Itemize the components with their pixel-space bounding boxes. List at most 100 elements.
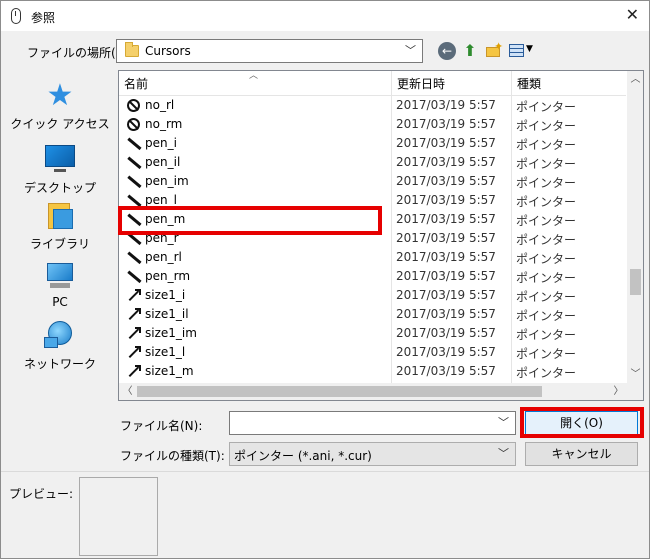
file-name: pen_il bbox=[145, 155, 181, 169]
scroll-up-icon[interactable]: ︿ bbox=[627, 71, 643, 88]
scroll-right-icon[interactable]: 〉 bbox=[610, 383, 627, 400]
pen-cursor-icon bbox=[127, 156, 140, 169]
place-desktop[interactable]: デスクトップ bbox=[6, 141, 114, 196]
file-type: ポインター bbox=[516, 157, 577, 171]
pen-cursor-icon bbox=[127, 137, 140, 150]
resize-cursor-icon bbox=[127, 365, 141, 378]
filetype-value: ポインター (*.ani, *.cur) bbox=[234, 449, 372, 463]
unavailable-cursor-icon bbox=[127, 99, 140, 112]
file-name: size1_i bbox=[145, 288, 186, 302]
file-type: ポインター bbox=[516, 100, 577, 114]
up-folder-icon[interactable]: ⬆ bbox=[461, 42, 479, 60]
file-name: pen_rl bbox=[145, 250, 182, 264]
pen-cursor-icon bbox=[127, 251, 140, 264]
network-icon bbox=[44, 321, 76, 351]
file-date: 2017/03/19 5:57 bbox=[396, 250, 496, 264]
file-type: ポインター bbox=[516, 271, 577, 285]
preview-box bbox=[79, 477, 158, 556]
preview-label: プレビュー: bbox=[9, 487, 74, 501]
pen-cursor-icon bbox=[127, 270, 140, 283]
chevron-down-icon[interactable]: ﹀ bbox=[498, 414, 509, 430]
title-bar: 参照 ✕ bbox=[1, 1, 649, 31]
place-label: PC bbox=[52, 295, 68, 309]
pen-cursor-icon bbox=[127, 213, 140, 226]
file-date: 2017/03/19 5:57 bbox=[396, 174, 496, 188]
file-row[interactable]: pen_r 2017/03/19 5:57 ポインター bbox=[119, 229, 626, 248]
file-type: ポインター bbox=[516, 347, 577, 361]
file-type: ポインター bbox=[516, 328, 577, 342]
star-icon: ★ bbox=[46, 78, 74, 113]
scroll-left-icon[interactable]: 〈 bbox=[119, 383, 136, 400]
pc-icon bbox=[44, 261, 76, 291]
scroll-down-icon[interactable]: ﹀ bbox=[627, 366, 643, 383]
filetype-label: ファイルの種類(T): bbox=[120, 449, 225, 463]
back-icon[interactable]: ← bbox=[438, 42, 456, 60]
file-date: 2017/03/19 5:57 bbox=[396, 193, 496, 207]
place-network[interactable]: ネットワーク bbox=[6, 321, 114, 372]
file-row[interactable]: pen_l 2017/03/19 5:57 ポインター bbox=[119, 191, 626, 210]
file-name: size1_l bbox=[145, 345, 186, 359]
place-label: デスクトップ bbox=[23, 181, 96, 195]
place-label: ネットワーク bbox=[23, 357, 96, 371]
file-type: ポインター bbox=[516, 138, 577, 152]
file-row[interactable]: no_rl 2017/03/19 5:57 ポインター bbox=[119, 96, 626, 115]
file-row[interactable]: size1_m 2017/03/19 5:57 ポインター bbox=[119, 362, 626, 381]
file-row[interactable]: pen_im 2017/03/19 5:57 ポインター bbox=[119, 172, 626, 191]
file-name: pen_m bbox=[145, 212, 186, 226]
file-date: 2017/03/19 5:57 bbox=[396, 117, 496, 131]
scroll-corner bbox=[627, 383, 643, 400]
resize-cursor-icon bbox=[127, 346, 141, 359]
place-library[interactable]: ライブラリ bbox=[6, 201, 114, 252]
file-row[interactable]: pen_il 2017/03/19 5:57 ポインター bbox=[119, 153, 626, 172]
file-date: 2017/03/19 5:57 bbox=[396, 155, 496, 169]
file-type: ポインター bbox=[516, 233, 577, 247]
pen-cursor-icon bbox=[127, 175, 140, 188]
file-row[interactable]: size1_il 2017/03/19 5:57 ポインター bbox=[119, 305, 626, 324]
file-row[interactable]: pen_i 2017/03/19 5:57 ポインター bbox=[119, 134, 626, 153]
file-name: no_rl bbox=[145, 98, 175, 112]
mouse-icon bbox=[11, 8, 21, 24]
horizontal-scrollbar[interactable]: 〈 〉 bbox=[119, 383, 627, 400]
lookin-label: ファイルの場所(I): bbox=[27, 46, 128, 60]
file-name: size1_m bbox=[145, 364, 194, 378]
vertical-scroll-thumb[interactable] bbox=[630, 269, 641, 295]
lookin-value: Cursors bbox=[145, 44, 191, 58]
cancel-button[interactable]: キャンセル bbox=[525, 442, 638, 466]
place-label: クイック アクセス bbox=[10, 117, 110, 131]
column-type[interactable]: 種類 bbox=[511, 71, 626, 96]
file-type: ポインター bbox=[516, 252, 577, 266]
file-row[interactable]: pen_m 2017/03/19 5:57 ポインター bbox=[119, 210, 626, 229]
file-row[interactable]: no_rm 2017/03/19 5:57 ポインター bbox=[119, 115, 626, 134]
horizontal-scroll-thumb[interactable] bbox=[137, 386, 542, 397]
file-date: 2017/03/19 5:57 bbox=[396, 326, 496, 340]
resize-cursor-icon bbox=[127, 327, 141, 340]
desktop-icon bbox=[44, 145, 76, 175]
chevron-down-icon: ﹀ bbox=[405, 44, 416, 58]
file-date: 2017/03/19 5:57 bbox=[396, 212, 496, 226]
file-row[interactable]: pen_rm 2017/03/19 5:57 ポインター bbox=[119, 267, 626, 286]
file-row[interactable]: pen_rl 2017/03/19 5:57 ポインター bbox=[119, 248, 626, 267]
view-menu-icon[interactable]: ▼ bbox=[509, 42, 535, 60]
file-row[interactable]: size1_i 2017/03/19 5:57 ポインター bbox=[119, 286, 626, 305]
vertical-scrollbar[interactable]: ︿ ﹀ bbox=[627, 71, 643, 383]
new-folder-icon[interactable]: ✦ bbox=[485, 40, 503, 60]
unavailable-cursor-icon bbox=[127, 118, 140, 131]
chevron-down-icon: ﹀ bbox=[498, 447, 509, 461]
column-date[interactable]: 更新日時 bbox=[391, 71, 511, 96]
close-icon[interactable]: ✕ bbox=[626, 5, 639, 25]
file-type: ポインター bbox=[516, 176, 577, 190]
filename-input[interactable]: ﹀ bbox=[229, 411, 516, 435]
pen-cursor-icon bbox=[127, 194, 140, 207]
place-pc[interactable]: PC bbox=[6, 261, 114, 309]
lookin-combo[interactable]: Cursors ﹀ bbox=[116, 39, 423, 63]
file-row[interactable]: size1_l 2017/03/19 5:57 ポインター bbox=[119, 343, 626, 362]
file-date: 2017/03/19 5:57 bbox=[396, 269, 496, 283]
open-button[interactable]: 開く(O) bbox=[525, 411, 638, 435]
file-date: 2017/03/19 5:57 bbox=[396, 98, 496, 112]
column-name[interactable]: 名前 bbox=[119, 71, 389, 96]
place-quick-access[interactable]: ★ クイック アクセス bbox=[6, 81, 114, 132]
library-icon bbox=[44, 201, 76, 231]
filetype-select[interactable]: ポインター (*.ani, *.cur) ﹀ bbox=[229, 442, 516, 466]
file-list[interactable]: ︿ 名前 更新日時 種類 no_rl 2017/03/19 5:57 ポインター no… bbox=[118, 70, 644, 401]
file-row[interactable]: size1_im 2017/03/19 5:57 ポインター bbox=[119, 324, 626, 343]
